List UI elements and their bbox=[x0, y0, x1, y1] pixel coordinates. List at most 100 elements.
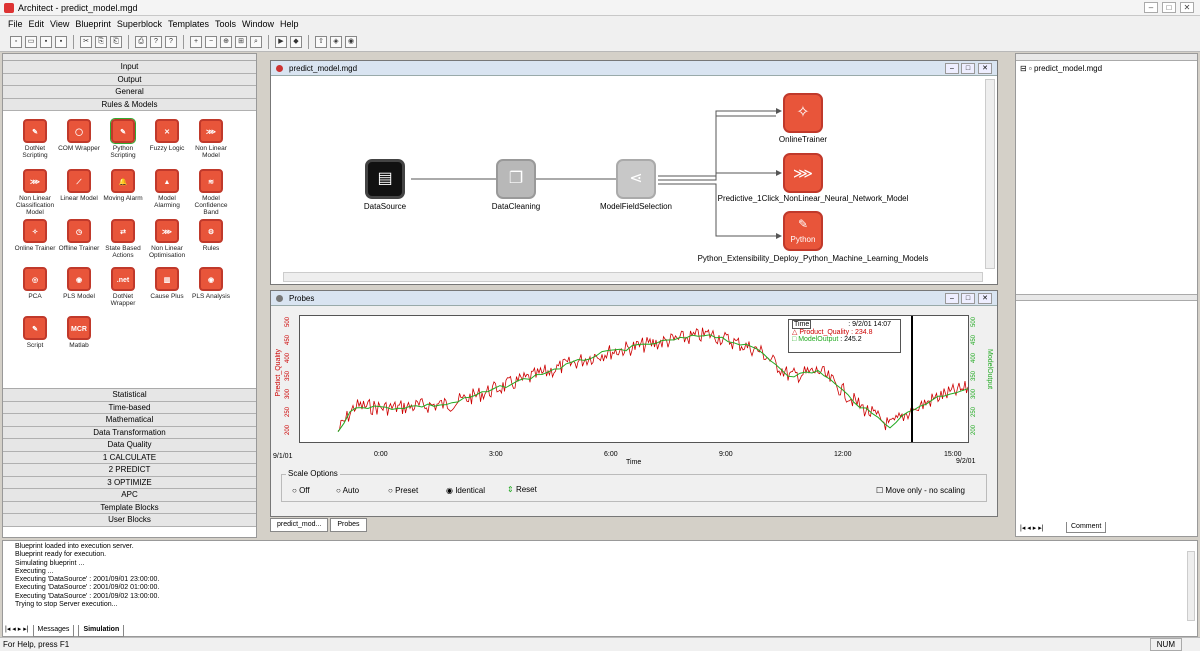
palette-item[interactable]: ◎ PCA bbox=[13, 267, 57, 300]
scale-auto-radio[interactable]: ○ Auto bbox=[336, 486, 359, 495]
tab-nav-icon[interactable]: |◂ ◂ ▸ ▸| bbox=[1020, 524, 1044, 532]
palette-item[interactable]: ◉ PLS Analysis bbox=[189, 267, 233, 300]
menu-file[interactable]: File bbox=[8, 19, 23, 29]
menu-edit[interactable]: Edit bbox=[29, 19, 45, 29]
upload-icon[interactable]: ⇧ bbox=[315, 35, 327, 48]
category-optimize[interactable]: 3 OPTIMIZE bbox=[3, 476, 256, 489]
menu-view[interactable]: View bbox=[50, 19, 69, 29]
node-predictive[interactable]: ⋙ bbox=[783, 153, 823, 193]
palette-item[interactable]: ⋙ Non Linear Optimisation bbox=[145, 219, 189, 259]
zoom-in-icon[interactable]: + bbox=[190, 35, 202, 48]
output-tab-nav-icon[interactable]: |◂ ◂ ▸ ▸| bbox=[5, 625, 29, 637]
maximize-button[interactable]: □ bbox=[1162, 2, 1176, 13]
palette-item[interactable]: ▲ Model Alarming bbox=[145, 169, 189, 209]
node-fieldselection[interactable]: ⋖ bbox=[616, 159, 656, 199]
category-user-blocks[interactable]: User Blocks bbox=[3, 514, 256, 527]
category-data-quality[interactable]: Data Quality bbox=[3, 439, 256, 452]
palette-item[interactable]: ◉ PLS Model bbox=[57, 267, 101, 300]
node-datacleaning[interactable]: ❐ bbox=[496, 159, 536, 199]
tab-predict-model[interactable]: predict_mod... bbox=[270, 518, 329, 532]
vertical-scrollbar[interactable] bbox=[985, 79, 995, 269]
mdi-restore-button[interactable]: □ bbox=[961, 63, 975, 74]
output-scrollbar[interactable] bbox=[1187, 551, 1195, 621]
find-icon[interactable]: ⌕ bbox=[250, 35, 262, 48]
menu-help[interactable]: Help bbox=[280, 19, 299, 29]
category-output[interactable]: Output bbox=[3, 73, 256, 86]
palette-item[interactable]: 🔔 Moving Alarm bbox=[101, 169, 145, 202]
probes-restore-button[interactable]: □ bbox=[961, 293, 975, 304]
run-icon[interactable]: ▶ bbox=[275, 35, 287, 48]
palette-item[interactable]: ⟋ Linear Model bbox=[57, 169, 101, 202]
help-icon[interactable]: ? bbox=[150, 35, 162, 48]
mdi-close-button[interactable]: ✕ bbox=[978, 63, 992, 74]
context-help-icon[interactable]: ? bbox=[165, 35, 177, 48]
menu-window[interactable]: Window bbox=[242, 19, 274, 29]
node-datasource[interactable]: ▤ bbox=[365, 159, 405, 199]
menu-tools[interactable]: Tools bbox=[215, 19, 236, 29]
palette-item[interactable]: ✎ Script bbox=[13, 316, 57, 349]
save-all-icon[interactable]: ▪ bbox=[55, 35, 67, 48]
tab-messages[interactable]: Messages bbox=[32, 625, 75, 637]
tab-simulation[interactable]: Simulation bbox=[78, 625, 125, 637]
menu-superblock[interactable]: Superblock bbox=[117, 19, 162, 29]
palette-item[interactable]: .net DotNet Wrapper bbox=[101, 267, 145, 307]
palette-item[interactable]: ⇄ State Based Actions bbox=[101, 219, 145, 259]
palette-item[interactable]: ≋ Model Confidence Band bbox=[189, 169, 233, 216]
zoom-area-icon[interactable]: ⊞ bbox=[235, 35, 247, 48]
palette-item[interactable]: MCR Matlab bbox=[57, 316, 101, 349]
palette-item[interactable]: ✎ DotNet Scripting bbox=[13, 119, 57, 159]
paste-icon[interactable]: ⎗ bbox=[110, 35, 122, 48]
palette-item[interactable]: ⋙ Non Linear Classification Model bbox=[13, 169, 57, 216]
reset-button[interactable]: ⇕ Reset bbox=[507, 485, 537, 494]
print-icon[interactable]: ⎙ bbox=[135, 35, 147, 48]
menu-templates[interactable]: Templates bbox=[168, 19, 209, 29]
scale-preset-radio[interactable]: ○ Preset bbox=[388, 486, 418, 495]
move-only-checkbox[interactable]: ☐ Move only - no scaling bbox=[876, 486, 965, 495]
horizontal-scrollbar[interactable] bbox=[283, 272, 983, 282]
category-input[interactable]: Input bbox=[3, 61, 256, 74]
close-button[interactable]: ✕ bbox=[1180, 2, 1194, 13]
category-data-transformation[interactable]: Data Transformation bbox=[3, 426, 256, 439]
node-python[interactable]: ✎ Python bbox=[783, 211, 823, 251]
category-statistical[interactable]: Statistical bbox=[3, 389, 256, 402]
probes-minimize-button[interactable]: – bbox=[945, 293, 959, 304]
category-rules-models[interactable]: Rules & Models bbox=[3, 98, 256, 111]
deploy-icon[interactable]: ◈ bbox=[330, 35, 342, 48]
copy-icon[interactable]: ⎘ bbox=[95, 35, 107, 48]
scale-off-radio[interactable]: ○ Off bbox=[292, 486, 310, 495]
cut-icon[interactable]: ✂ bbox=[80, 35, 92, 48]
category-time-based[interactable]: Time-based bbox=[3, 401, 256, 414]
category-calculate[interactable]: 1 CALCULATE bbox=[3, 451, 256, 464]
open-icon[interactable]: ▭ bbox=[25, 35, 37, 48]
category-predict[interactable]: 2 PREDICT bbox=[3, 464, 256, 477]
zoom-out-icon[interactable]: − bbox=[205, 35, 217, 48]
minimize-button[interactable]: – bbox=[1144, 2, 1158, 13]
category-template-blocks[interactable]: Template Blocks bbox=[3, 501, 256, 514]
category-apc[interactable]: APC bbox=[3, 489, 256, 502]
palette-item[interactable]: ✕ Fuzzy Logic bbox=[145, 119, 189, 152]
probe-plot[interactable]: Time : 9/2/01 14:07 △ Product_Quality : … bbox=[299, 315, 969, 443]
palette-item[interactable]: ✧ Online Trainer bbox=[13, 219, 57, 252]
new-icon[interactable]: ▫ bbox=[10, 35, 22, 48]
palette-item[interactable]: ✎ Python Scripting bbox=[101, 118, 145, 159]
category-general[interactable]: General bbox=[3, 86, 256, 99]
mdi-minimize-button[interactable]: – bbox=[945, 63, 959, 74]
save-icon[interactable]: ▪ bbox=[40, 35, 52, 48]
palette-item[interactable]: ⋙ Non Linear Model bbox=[189, 119, 233, 159]
tab-probes[interactable]: Probes bbox=[330, 518, 367, 532]
probes-close-button[interactable]: ✕ bbox=[978, 293, 992, 304]
menu-blueprint[interactable]: Blueprint bbox=[75, 19, 111, 29]
scale-identical-radio[interactable]: ◉ Identical bbox=[446, 486, 485, 495]
network-icon[interactable]: ◉ bbox=[345, 35, 357, 48]
node-onlinetrainer[interactable]: ✧ bbox=[783, 93, 823, 133]
palette-item[interactable]: ◷ Offline Trainer bbox=[57, 219, 101, 252]
palette-item[interactable]: ◯ COM Wrapper bbox=[57, 119, 101, 152]
palette-item-label: Model Confidence Band bbox=[194, 195, 228, 216]
palette-item[interactable]: ⚙ Rules bbox=[189, 219, 233, 252]
palette-item[interactable]: ▥ Cause Plus bbox=[145, 267, 189, 300]
tab-comment[interactable]: Comment bbox=[1066, 522, 1107, 533]
tree-item[interactable]: ⊟ ▫ predict_model.mgd bbox=[1016, 61, 1197, 76]
category-mathematical[interactable]: Mathematical bbox=[3, 414, 256, 427]
debug-icon[interactable]: ◆ bbox=[290, 35, 302, 48]
zoom-fit-icon[interactable]: ⊕ bbox=[220, 35, 232, 48]
